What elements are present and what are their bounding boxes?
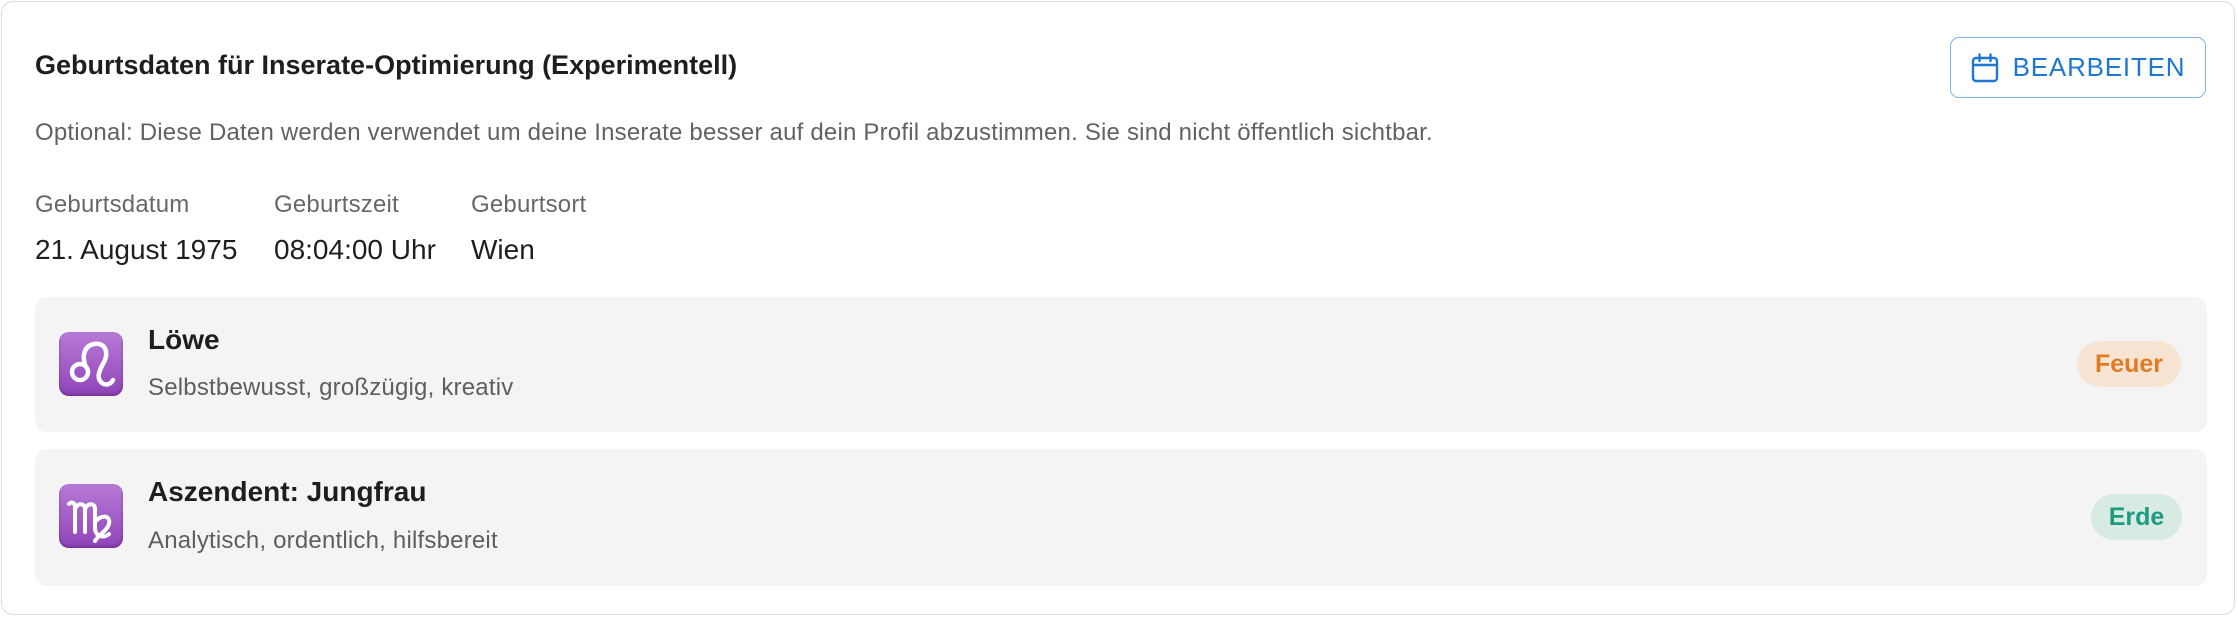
birth-data-panel: Geburtsdaten für Inserate-Optimierung (E… (1, 1, 2235, 615)
leo-zodiac-icon (59, 332, 123, 396)
birth-time-value: 08:04:00 Uhr (274, 234, 436, 265)
calendar-icon (1971, 52, 1999, 83)
panel-title: Geburtsdaten für Inserate-Optimierung (E… (35, 50, 738, 80)
birth-place-field: Geburtsort Wien (471, 191, 586, 266)
ascendant-name: Aszendent: Jungfrau (148, 476, 427, 507)
birth-date-value: 21. August 1975 (35, 234, 238, 265)
birth-time-field: Geburtszeit 08:04:00 Uhr (274, 191, 436, 266)
panel-description: Optional: Diese Daten werden verwendet u… (35, 119, 1433, 146)
sun-sign-name: Löwe (148, 324, 220, 355)
birth-date-field: Geburtsdatum 21. August 1975 (35, 191, 237, 266)
birth-place-value: Wien (471, 234, 535, 265)
edit-button-label: BEARBEITEN (2012, 52, 2186, 82)
virgo-zodiac-icon (59, 484, 123, 548)
birth-date-label: Geburtsdatum (35, 191, 190, 218)
sun-sign-card: Löwe Selbstbewusst, großzügig, kreativ F… (35, 297, 2207, 432)
sun-sign-traits: Selbstbewusst, großzügig, kreativ (148, 374, 514, 401)
birth-place-label: Geburtsort (471, 191, 587, 218)
element-badge-earth: Erde (2091, 494, 2182, 540)
ascendant-traits: Analytisch, ordentlich, hilfsbereit (148, 527, 498, 554)
edit-button[interactable]: BEARBEITEN (1950, 37, 2206, 98)
birth-time-label: Geburtszeit (274, 191, 399, 218)
element-badge-fire: Feuer (2077, 341, 2181, 387)
ascendant-card: Aszendent: Jungfrau Analytisch, ordentli… (35, 449, 2207, 586)
